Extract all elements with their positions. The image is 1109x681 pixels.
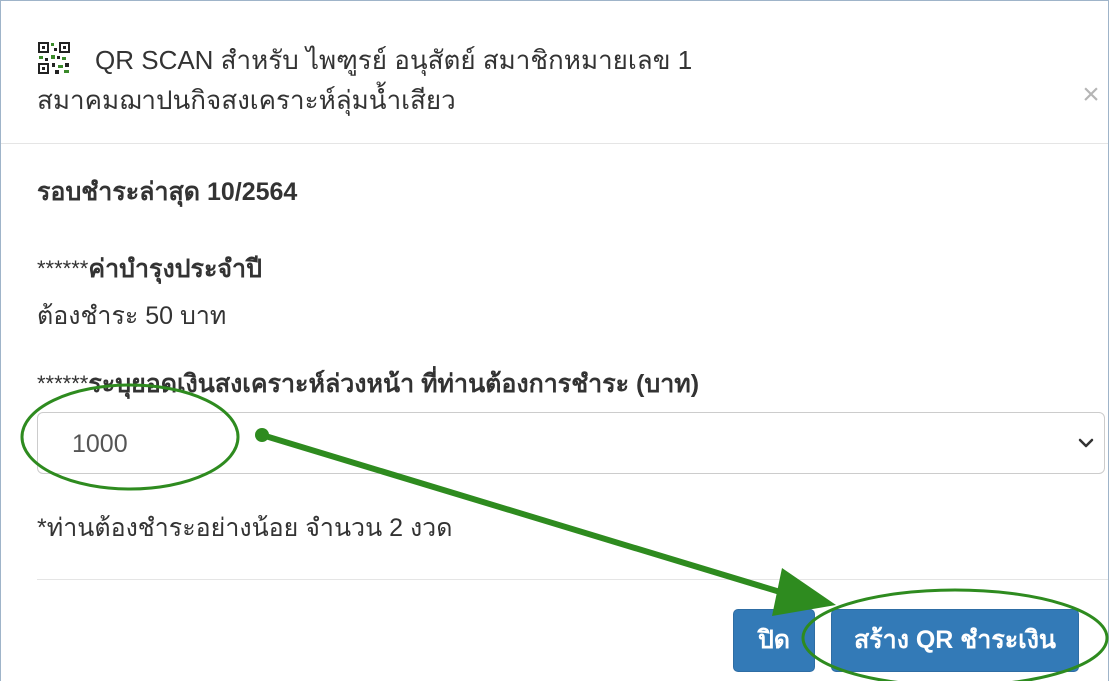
- select-value: 1000: [72, 430, 128, 458]
- advance-amount-heading: ******ระบุยอดเงินสงเคราะห์ล่วงหน้า ที่ท่…: [37, 369, 699, 399]
- qr-payment-modal: QR SCAN สำหรับ ไพฑูรย์ อนุสัตย์ สมาชิกหม…: [0, 0, 1109, 681]
- qr-code-icon: [37, 41, 71, 75]
- last-payment-round: รอบชำระล่าสุด 10/2564: [37, 178, 298, 206]
- annual-fee-heading: ******ค่าบำรุงประจำปี: [37, 254, 262, 284]
- required-stars: ******: [37, 256, 89, 281]
- chevron-down-icon: [1078, 438, 1094, 448]
- modal-title-line1: QR SCAN สำหรับ ไพฑูรย์ อนุสัตย์ สมาชิกหม…: [95, 45, 693, 75]
- close-x-button[interactable]: ×: [1077, 79, 1105, 111]
- create-qr-payment-button[interactable]: สร้าง QR ชำระเงิน: [831, 609, 1079, 672]
- annual-fee-label: ค่าบำรุงประจำปี: [88, 255, 262, 283]
- close-button[interactable]: ปิด: [733, 609, 815, 672]
- advance-amount-select[interactable]: 1000: [37, 412, 1105, 474]
- footer-divider: [37, 579, 1108, 580]
- minimum-installments-note: *ท่านต้องชำระอย่างน้อย จำนวน 2 งวด: [37, 514, 453, 542]
- amount-due: ต้องชำระ 50 บาท: [37, 302, 227, 330]
- required-stars: ******: [37, 371, 89, 396]
- modal-header: QR SCAN สำหรับ ไพฑูรย์ อนุสัตย์ สมาชิกหม…: [1, 1, 1108, 144]
- modal-title-line2: สมาคมฌาปนกิจสงเคราะห์ลุ่มน้ำเสียว: [37, 85, 456, 115]
- advance-amount-label: ระบุยอดเงินสงเคราะห์ล่วงหน้า ที่ท่านต้อง…: [88, 370, 700, 398]
